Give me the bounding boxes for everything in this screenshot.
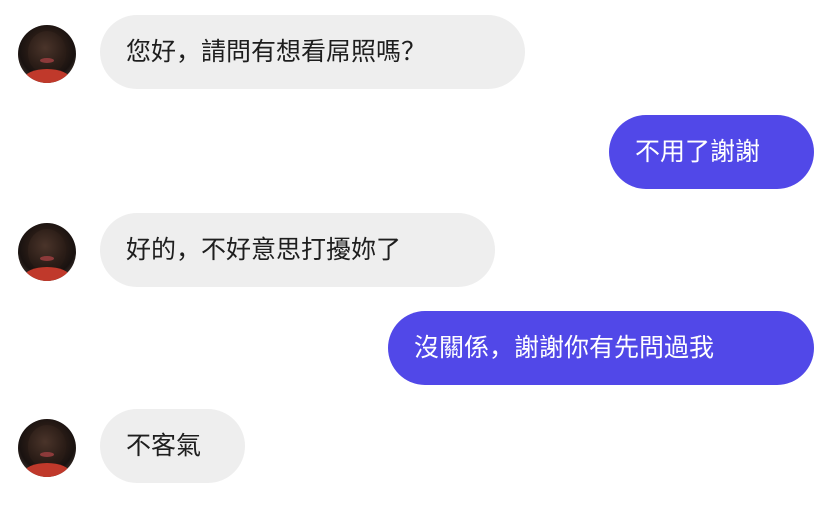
outgoing-message-bubble[interactable]: 不用了謝謝 — [609, 115, 814, 189]
person-avatar-icon[interactable] — [18, 25, 76, 83]
incoming-message-bubble[interactable]: 您好，請問有想看屌照嗎？ — [100, 15, 525, 89]
message-row-incoming: 不客氣 — [0, 409, 828, 483]
person-avatar-icon[interactable] — [18, 223, 76, 281]
person-avatar-icon[interactable] — [18, 419, 76, 477]
message-row-incoming: 好的，不好意思打擾妳了 — [0, 213, 828, 287]
message-row-outgoing: 沒關係，謝謝你有先問過我 — [0, 311, 828, 385]
message-row-incoming: 您好，請問有想看屌照嗎？ — [0, 15, 828, 89]
chat-thread: 您好，請問有想看屌照嗎？ 不用了謝謝 好的，不好意思打擾妳了 沒關係，謝謝你有先… — [0, 0, 828, 520]
outgoing-message-bubble[interactable]: 沒關係，謝謝你有先問過我 — [388, 311, 814, 385]
incoming-message-bubble[interactable]: 不客氣 — [100, 409, 245, 483]
message-row-outgoing: 不用了謝謝 — [0, 115, 828, 189]
incoming-message-bubble[interactable]: 好的，不好意思打擾妳了 — [100, 213, 495, 287]
